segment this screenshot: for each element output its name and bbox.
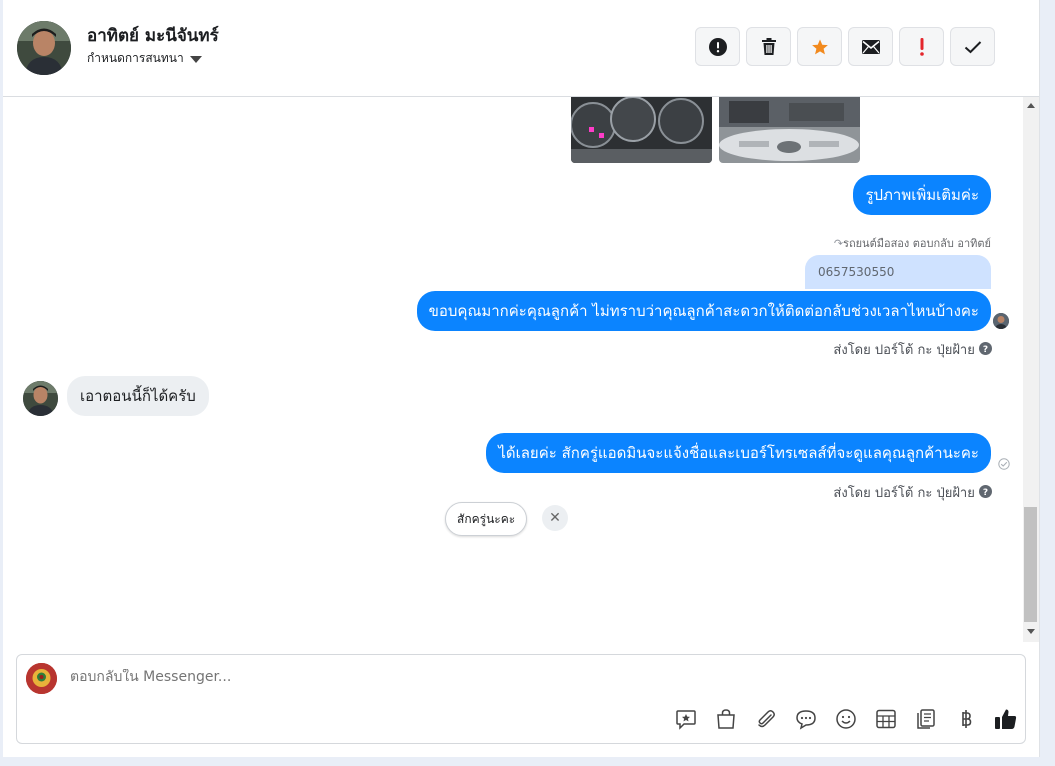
trash-icon <box>761 38 776 55</box>
reply-input[interactable] <box>70 669 570 685</box>
reply-context: ↷รถยนต์มือสอง ตอบกลับ อาทิตย์ <box>833 237 991 250</box>
suggested-reply-chip[interactable]: สักครู่นะคะ <box>445 502 528 536</box>
contact-name: อาทิตย์ มะนีจันทร์ <box>87 26 219 46</box>
svg-text:?: ? <box>983 488 988 498</box>
header-actions <box>695 27 995 66</box>
quoted-message[interactable]: 0657530550 <box>805 255 991 289</box>
thumbs-up-icon <box>995 709 1017 729</box>
scroll-up-icon[interactable] <box>1027 103 1035 108</box>
paperclip-icon <box>758 710 775 728</box>
close-icon: ✕ <box>549 510 561 526</box>
check-circle-icon <box>998 458 1010 470</box>
saved-reply-icon <box>796 710 816 730</box>
exclamation-icon <box>919 37 924 56</box>
composer-toolbar <box>674 707 1018 731</box>
question-circle-icon[interactable]: ? <box>979 485 992 498</box>
alert-circle-icon <box>708 37 727 56</box>
svg-text:?: ? <box>983 345 988 355</box>
scroll-down-icon[interactable] <box>1027 629 1035 634</box>
table-button[interactable] <box>874 707 898 731</box>
delete-button[interactable] <box>746 27 791 66</box>
conversation-header: อาทิตย์ มะนีจันทร์ กำหนดการสนทนา <box>3 0 1039 97</box>
assign-conversation-dropdown[interactable]: กำหนดการสนทนา <box>87 49 202 68</box>
mark-done-button[interactable] <box>950 27 995 66</box>
conversation-panel: อาทิตย์ มะนีจันทร์ กำหนดการสนทนา รูปภาพเ… <box>3 0 1040 757</box>
star-button[interactable] <box>797 27 842 66</box>
emoji-button[interactable] <box>834 707 858 731</box>
attached-photo[interactable] <box>719 97 860 163</box>
message-list[interactable]: รูปภาพเพิ่มเติมค่ะ ↷รถยนต์มือสอง ตอบกลับ… <box>3 97 1023 642</box>
attached-photo[interactable] <box>571 97 712 163</box>
shop-bag-icon <box>717 709 735 729</box>
mark-unread-button[interactable] <box>848 27 893 66</box>
outgoing-message[interactable]: ได้เลยค่ะ สักครู่แอดมินจะแจ้งชื่อและเบอร… <box>486 433 991 473</box>
assign-label: กำหนดการสนทนา <box>87 51 184 65</box>
sent-by-label: ส่งโดย ปอร์โต้ กะ ปุ่ยฝ้าย ? <box>833 339 992 360</box>
checkmark-icon <box>964 40 981 53</box>
contact-avatar[interactable] <box>17 21 71 75</box>
shop-button[interactable] <box>714 707 738 731</box>
saved-replies-button[interactable] <box>794 707 818 731</box>
quick-reply-icon <box>676 710 696 730</box>
flag-important-button[interactable] <box>899 27 944 66</box>
outgoing-message[interactable]: ขอบคุณมากค่ะคุณลูกค้า ไม่ทราบว่าคุณลูกค้… <box>416 291 991 331</box>
reply-composer <box>16 654 1026 744</box>
document-button[interactable] <box>914 707 938 731</box>
payment-button[interactable] <box>954 707 978 731</box>
quick-reply-button[interactable] <box>674 707 698 731</box>
report-spam-button[interactable] <box>695 27 740 66</box>
page-avatar <box>26 663 57 694</box>
envelope-icon <box>861 39 880 54</box>
emoji-icon <box>836 709 856 729</box>
attach-button[interactable] <box>754 707 778 731</box>
scrollbar-thumb[interactable] <box>1024 507 1037 622</box>
incoming-message[interactable]: เอาตอนนี้ก็ได้ครับ <box>67 376 209 416</box>
reply-arrow-icon: ↷ <box>833 237 844 250</box>
caret-down-icon <box>189 56 202 63</box>
sent-by-label: ส่งโดย ปอร์โต้ กะ ปุ่ยฝ้าย ? <box>833 482 992 503</box>
dismiss-suggestion-button[interactable]: ✕ <box>542 505 568 531</box>
question-circle-icon[interactable]: ? <box>979 342 992 355</box>
contact-avatar[interactable] <box>23 381 58 416</box>
baht-icon <box>962 710 972 728</box>
like-button[interactable] <box>994 707 1018 731</box>
scrollbar[interactable] <box>1023 97 1039 642</box>
document-icon <box>917 709 935 729</box>
seen-avatar <box>993 313 1009 329</box>
star-icon <box>811 39 828 54</box>
table-icon <box>876 709 896 729</box>
outgoing-message[interactable]: รูปภาพเพิ่มเติมค่ะ <box>853 175 991 215</box>
